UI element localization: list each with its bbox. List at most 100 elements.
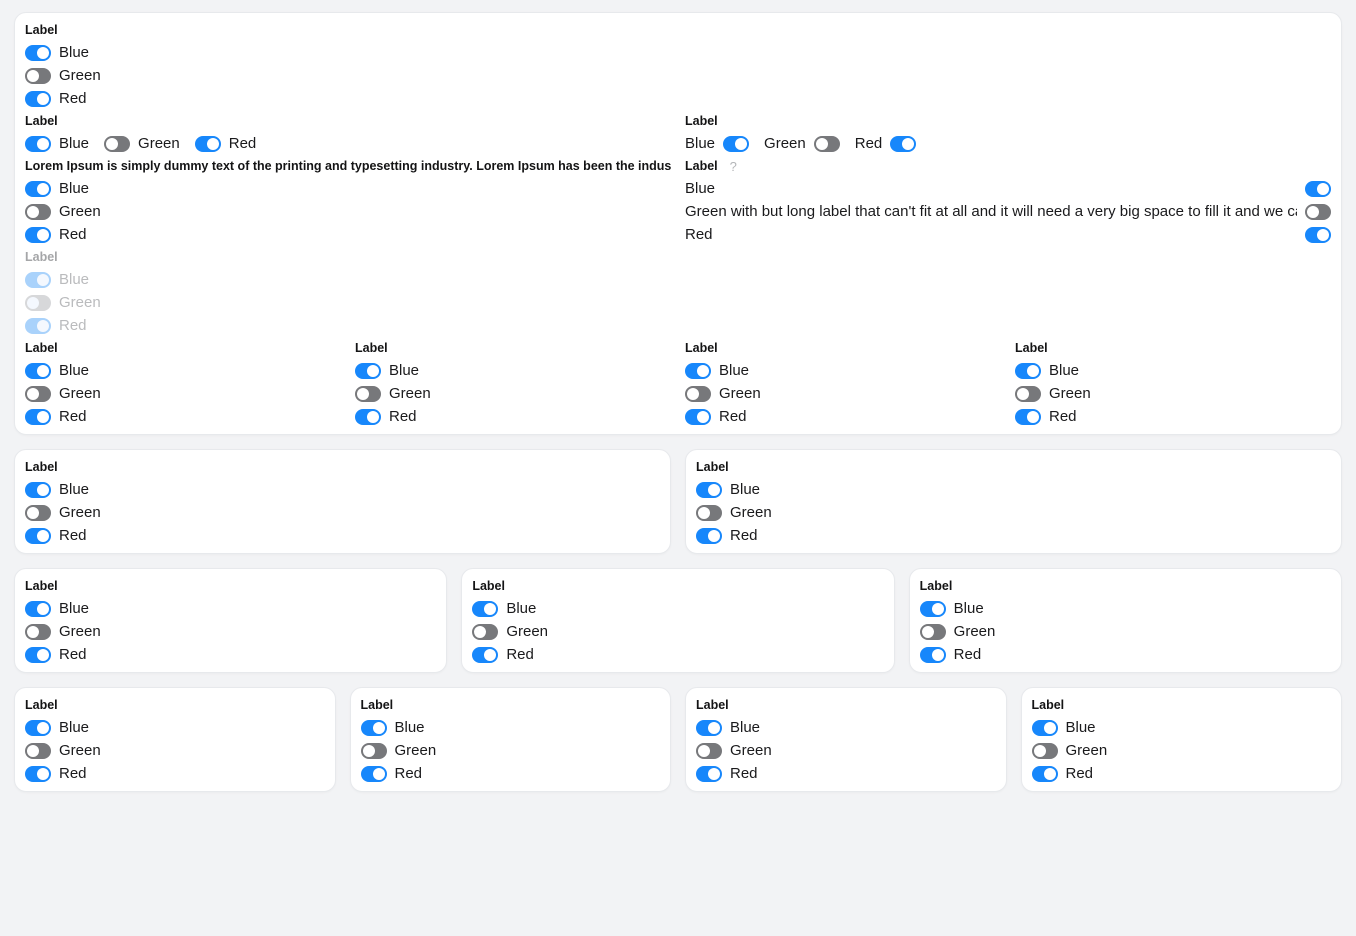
- toggle-switch[interactable]: [25, 181, 51, 197]
- toggle-switch[interactable]: [25, 505, 51, 521]
- toggle-rows: Blue Green Red: [25, 268, 671, 337]
- toggle-switch[interactable]: [25, 68, 51, 84]
- group-header: Label: [25, 19, 671, 41]
- switch-label: Green: [59, 504, 101, 521]
- toggle-switch[interactable]: [814, 136, 840, 152]
- switch-knob: [708, 484, 720, 496]
- toggle-card: Label Blue Green Red: [14, 568, 447, 673]
- toggle-switch[interactable]: [25, 204, 51, 220]
- switch-knob: [37, 47, 49, 59]
- toggle-switch[interactable]: [1032, 766, 1058, 782]
- toggle-switch[interactable]: [355, 386, 381, 402]
- toggle-switch[interactable]: [25, 227, 51, 243]
- toggle-switch[interactable]: [696, 505, 722, 521]
- switch-label: Red: [59, 90, 87, 107]
- toggle-row: Red: [685, 405, 1001, 428]
- group-label: Label: [25, 250, 58, 264]
- toggle-switch[interactable]: [1032, 743, 1058, 759]
- switch-knob: [37, 93, 49, 105]
- toggle-switch[interactable]: [1032, 720, 1058, 736]
- toggle-switch[interactable]: [920, 601, 946, 617]
- toggle-switch[interactable]: [25, 91, 51, 107]
- toggle-switch[interactable]: [25, 647, 51, 663]
- toggle-row: Blue: [472, 597, 883, 620]
- toggle-row: Green: [1032, 739, 1332, 762]
- toggle-switch[interactable]: [472, 647, 498, 663]
- toggle-switch[interactable]: [723, 136, 749, 152]
- toggle-switch: [25, 295, 51, 311]
- switch-label: Green with but long label that can't fit…: [685, 203, 1297, 220]
- toggle-switch[interactable]: [195, 136, 221, 152]
- help-icon[interactable]: ?: [730, 159, 737, 174]
- cards-row-3: Label Blue Green Red Label Blue Green Re…: [14, 568, 1342, 673]
- toggle-switch[interactable]: [890, 136, 916, 152]
- toggle-rows: Blue Green Red: [1015, 359, 1331, 428]
- toggle-switch[interactable]: [355, 363, 381, 379]
- toggle-switch[interactable]: [25, 720, 51, 736]
- toggle-rows: Blue Green Red: [25, 716, 325, 785]
- toggle-switch[interactable]: [920, 624, 946, 640]
- toggle-switch[interactable]: [361, 720, 387, 736]
- toggle-row: Red: [195, 132, 257, 155]
- toggle-switch[interactable]: [696, 766, 722, 782]
- group-header: Label: [696, 456, 1331, 478]
- toggle-switch[interactable]: [361, 743, 387, 759]
- toggle-switch[interactable]: [25, 409, 51, 425]
- toggle-switch[interactable]: [25, 528, 51, 544]
- toggle-switch[interactable]: [685, 363, 711, 379]
- toggle-switch[interactable]: [685, 386, 711, 402]
- group-label: Label: [1032, 698, 1065, 712]
- toggle-switch[interactable]: [1015, 363, 1041, 379]
- switch-label: Green: [1066, 742, 1108, 759]
- toggle-switch[interactable]: [1015, 409, 1041, 425]
- switch-label: Green: [506, 623, 548, 640]
- toggle-switch[interactable]: [696, 528, 722, 544]
- toggle-switch[interactable]: [361, 766, 387, 782]
- toggle-switch[interactable]: [25, 482, 51, 498]
- switch-label: Green: [1049, 385, 1091, 402]
- toggle-row: Green: [25, 64, 671, 87]
- switch-knob: [207, 138, 219, 150]
- toggle-switch[interactable]: [25, 766, 51, 782]
- toggle-switch[interactable]: [696, 482, 722, 498]
- group-label: Label: [696, 460, 729, 474]
- switch-label: Red: [59, 317, 87, 334]
- toggle-switch[interactable]: [25, 624, 51, 640]
- switch-knob: [37, 411, 49, 423]
- toggle-switch[interactable]: [25, 743, 51, 759]
- switch-label: Blue: [395, 719, 425, 736]
- toggle-switch[interactable]: [920, 647, 946, 663]
- switch-knob: [932, 603, 944, 615]
- toggle-switch[interactable]: [25, 363, 51, 379]
- group-label: Label: [25, 341, 58, 355]
- switch-label: Red: [506, 646, 534, 663]
- toggle-switch[interactable]: [1015, 386, 1041, 402]
- toggle-switch[interactable]: [25, 601, 51, 617]
- switch-knob: [37, 229, 49, 241]
- toggle-row: Green with but long label that can't fit…: [685, 200, 1331, 223]
- toggle-rows: Blue Green Red: [685, 132, 1331, 155]
- toggle-switch[interactable]: [1305, 181, 1331, 197]
- toggle-switch[interactable]: [1305, 227, 1331, 243]
- toggle-switch[interactable]: [25, 45, 51, 61]
- switch-label: Red: [954, 646, 982, 663]
- switch-label: Blue: [59, 481, 89, 498]
- toggle-group: Label Blue Green Red: [472, 575, 883, 666]
- toggle-switch[interactable]: [1305, 204, 1331, 220]
- switch-label: Blue: [59, 135, 89, 152]
- toggle-switch[interactable]: [472, 601, 498, 617]
- toggle-switch[interactable]: [25, 136, 51, 152]
- switch-knob: [363, 745, 375, 757]
- toggle-switch[interactable]: [696, 743, 722, 759]
- switch-label: Red: [1049, 408, 1077, 425]
- toggle-switch[interactable]: [472, 624, 498, 640]
- toggle-switch[interactable]: [685, 409, 711, 425]
- toggle-row: Green: [25, 382, 341, 405]
- toggle-row: Green: [25, 739, 325, 762]
- toggle-switch[interactable]: [25, 386, 51, 402]
- group-header: Label: [1032, 694, 1332, 716]
- toggle-switch[interactable]: [104, 136, 130, 152]
- toggle-card: Label Blue Green Red: [14, 687, 336, 792]
- toggle-switch[interactable]: [696, 720, 722, 736]
- toggle-switch[interactable]: [355, 409, 381, 425]
